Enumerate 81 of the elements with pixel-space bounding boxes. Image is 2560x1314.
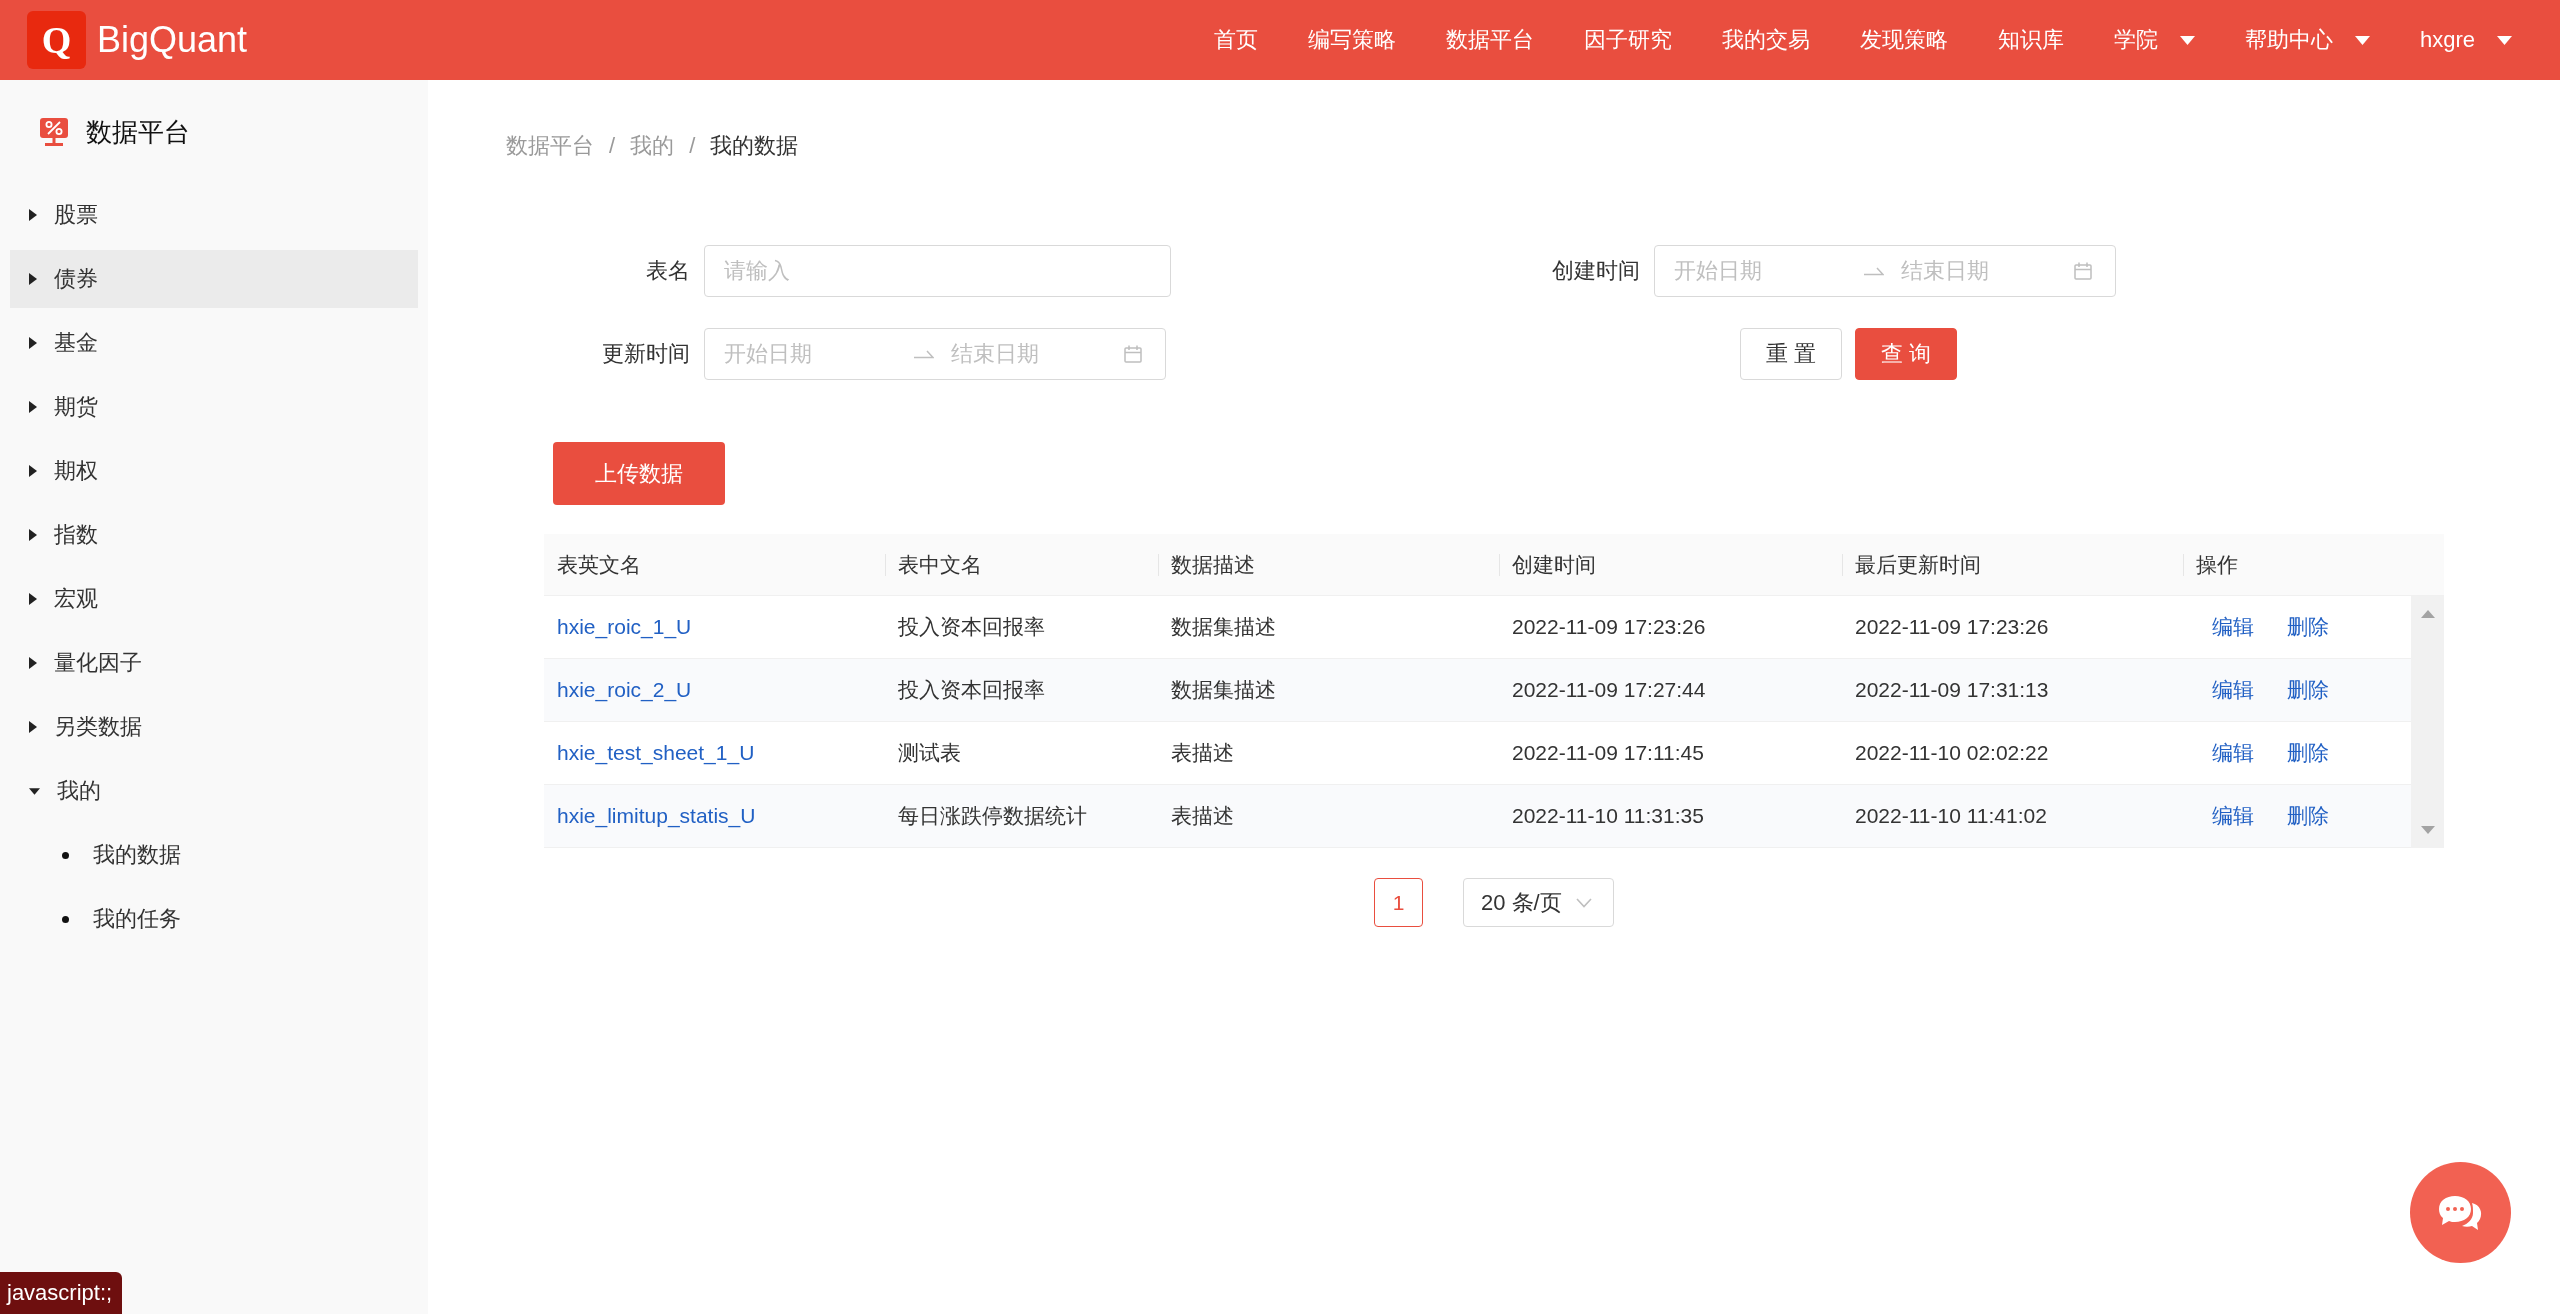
table-cell: 2022-11-10 02:02:22: [1855, 741, 2049, 765]
action-link[interactable]: 删除: [2287, 802, 2329, 830]
column-header: 创建时间: [1512, 551, 1596, 578]
table-cell-text: 表描述: [1171, 803, 1234, 829]
table-cell-text: 每日涨跌停数据统计: [898, 803, 1087, 829]
table-name-link[interactable]: hxie_roic_2_U: [557, 678, 692, 702]
status-url-text: javascript:;: [0, 1272, 123, 1314]
chevron-down-icon: [1575, 897, 1592, 908]
column-header: 表中文名: [898, 551, 982, 578]
nav-link[interactable]: 学院: [2113, 20, 2195, 60]
action-link[interactable]: 编辑: [2212, 676, 2254, 704]
start-date-input[interactable]: 开始日期: [1674, 254, 1844, 288]
column-header: 操作: [2196, 551, 2238, 578]
percent-monitor-icon: [40, 118, 68, 146]
action-link[interactable]: 删除: [2287, 613, 2329, 641]
field-label: 表名: [645, 257, 690, 285]
action-link[interactable]: 编辑: [2212, 802, 2254, 830]
sidebar-subitem[interactable]: 我的数据: [10, 826, 418, 884]
logo-mark: Q: [27, 11, 86, 69]
table-cell: 2022-11-09 17:27:44: [1512, 678, 1706, 702]
table-cell-text: 测试表: [898, 740, 961, 766]
calendar-icon: [1124, 345, 1142, 363]
nav-link[interactable]: 编写策略: [1307, 20, 1396, 60]
nav-link[interactable]: 发现策略: [1859, 20, 1948, 60]
table-cell-text: 表描述: [1171, 740, 1234, 766]
column-header: 表英文名: [557, 551, 641, 578]
chat-bubbles-icon: [2437, 1193, 2484, 1232]
table-cell: 2022-11-10 11:41:02: [1855, 804, 2047, 828]
nav-link[interactable]: 帮助中心: [2244, 20, 2370, 60]
date-range-field[interactable]: 开始日期 结束日期: [1654, 245, 2116, 297]
table-cell-text: 投入资本回报率: [898, 677, 1045, 703]
end-date-input[interactable]: 结束日期: [1901, 254, 2074, 288]
breadcrumb-link[interactable]: 我的数据: [710, 131, 799, 161]
page-size-select[interactable]: 20 条/页: [1463, 878, 1614, 927]
upload-button[interactable]: 上传数据: [553, 442, 725, 505]
breadcrumb-separator: /: [689, 133, 696, 159]
scroll-down-icon[interactable]: [2420, 826, 2435, 834]
action-link[interactable]: 编辑: [2212, 739, 2254, 767]
calendar-icon: [2074, 262, 2092, 280]
query-button[interactable]: 查 询: [1855, 328, 1957, 380]
start-date-input[interactable]: 开始日期: [724, 337, 894, 371]
sidebar-item[interactable]: 债券: [10, 250, 418, 308]
table-cell: 2022-11-09 17:11:45: [1512, 741, 1704, 765]
nav-link[interactable]: 知识库: [1997, 20, 2064, 60]
sidebar-title: 数据平台: [86, 115, 190, 149]
scrollbar[interactable]: [2411, 596, 2444, 848]
action-link[interactable]: 删除: [2287, 739, 2329, 767]
logo-text: BigQuant: [97, 19, 248, 61]
table-cell-text: 投入资本回报率: [898, 614, 1045, 640]
table-name-link[interactable]: hxie_roic_1_U: [557, 615, 692, 639]
column-header: 最后更新时间: [1855, 551, 1981, 578]
field-label: 创建时间: [1551, 257, 1640, 285]
breadcrumb-separator: /: [609, 133, 616, 159]
table-cell-text: 数据集描述: [1171, 677, 1276, 703]
nav-link[interactable]: hxgre: [2419, 20, 2512, 60]
table-cell: 2022-11-09 17:23:26: [1855, 615, 2049, 639]
scroll-up-icon[interactable]: [2420, 610, 2435, 618]
arrow-right-icon: [1864, 266, 1884, 276]
field-label: 更新时间: [601, 340, 690, 368]
table-cell: 2022-11-09 17:23:26: [1512, 615, 1706, 639]
table-name-link[interactable]: hxie_test_sheet_1_U: [557, 741, 755, 765]
nav-link[interactable]: 我的交易: [1721, 20, 1810, 60]
end-date-input[interactable]: 结束日期: [951, 337, 1124, 371]
action-link[interactable]: 删除: [2287, 676, 2329, 704]
column-header: 数据描述: [1171, 551, 1255, 578]
table-cell-text: 数据集描述: [1171, 614, 1276, 640]
date-range-field[interactable]: 开始日期 结束日期: [704, 328, 1166, 380]
table-name-link[interactable]: hxie_limitup_statis_U: [557, 804, 756, 828]
sidebar-subitem[interactable]: 我的任务: [10, 890, 418, 948]
nav-link[interactable]: 数据平台: [1445, 20, 1534, 60]
arrow-right-icon: [914, 349, 934, 359]
action-link[interactable]: 编辑: [2212, 613, 2254, 641]
bullet-icon: [62, 915, 69, 923]
nav-link[interactable]: 因子研究: [1583, 20, 1672, 60]
table-cell: 2022-11-09 17:31:13: [1855, 678, 2049, 702]
reset-button[interactable]: 重 置: [1740, 328, 1842, 380]
nav-link[interactable]: 首页: [1213, 20, 1258, 60]
input-field[interactable]: 请输入: [704, 245, 1171, 297]
page-button[interactable]: 1: [1374, 878, 1423, 927]
table-cell: 2022-11-10 11:31:35: [1512, 804, 1704, 828]
bullet-icon: [62, 851, 69, 859]
